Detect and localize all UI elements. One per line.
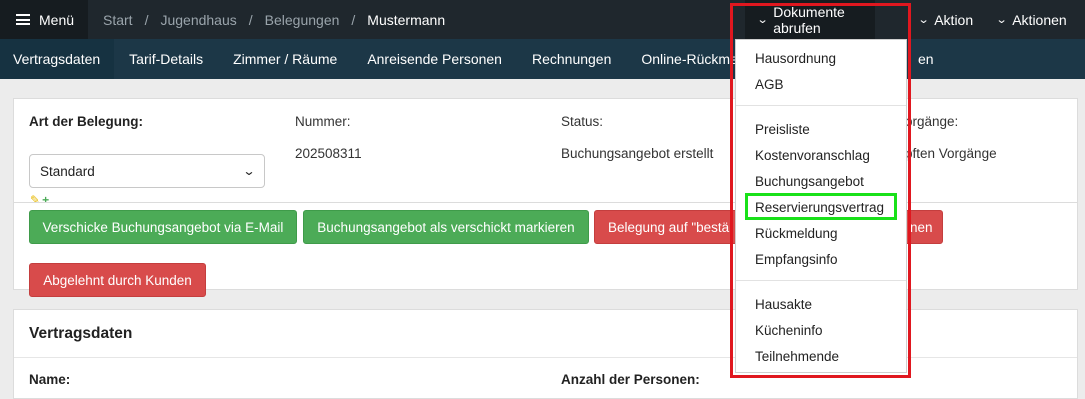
add-plus-icon[interactable]: + — [42, 193, 49, 207]
main-content: Art der Belegung: Standard ⌄ ✎ + Nummer: … — [0, 79, 1085, 399]
name-label: Name: — [29, 372, 71, 387]
chevron-down-icon: ⌄ — [917, 14, 930, 26]
send-offer-email-button[interactable]: Verschicke Buchungsangebot via E-Mail — [29, 210, 297, 244]
menu-button[interactable]: Menü — [0, 0, 88, 39]
linked-processes-value: pften Vorgänge — [905, 146, 997, 161]
tab-tarif-details[interactable]: Tarif-Details — [114, 39, 218, 79]
breadcrumb-separator: / — [351, 11, 356, 28]
action-button-label: Aktion — [934, 11, 974, 28]
select-chevron-icon: ⌄ — [242, 164, 256, 178]
confirm-booking-label: Belegung auf "bestä — [608, 219, 730, 235]
number-value: 202508311 — [295, 146, 362, 161]
breadcrumb-separator: / — [248, 11, 253, 28]
actions-button-label: Aktionen — [1012, 11, 1067, 28]
divider — [14, 357, 1077, 358]
highlight-red-box — [730, 3, 911, 378]
hamburger-icon — [16, 14, 30, 25]
booking-summary-card: Art der Belegung: Standard ⌄ ✎ + Nummer: … — [13, 98, 1078, 297]
breadcrumb-separator: / — [144, 11, 149, 28]
contract-data-card: Vertragsdaten Name: Anzahl der Personen: — [13, 309, 1078, 399]
divider — [14, 202, 1077, 203]
top-navbar: Menü Start / Jugendhaus / Belegungen / M… — [0, 0, 1085, 39]
confirm-booking-label-tail: nen — [910, 219, 933, 235]
breadcrumb-current: Mustermann — [367, 11, 446, 28]
number-label: Nummer: — [295, 114, 351, 129]
contract-section-title: Vertragsdaten — [29, 325, 133, 342]
tab-anreisende-personen[interactable]: Anreisende Personen — [352, 39, 517, 79]
breadcrumb: Start / Jugendhaus / Belegungen / Muster… — [103, 0, 445, 39]
tab-zimmer-raeume[interactable]: Zimmer / Räume — [218, 39, 352, 79]
action-dropdown-button[interactable]: ⌄ Aktion — [917, 0, 974, 39]
linked-processes-label: orgänge: — [905, 114, 959, 129]
tab-vertragsdaten[interactable]: Vertragsdaten — [0, 39, 115, 79]
actions-dropdown-button[interactable]: ⌄ Aktionen — [995, 0, 1067, 39]
rejected-by-customer-button[interactable]: Abgelehnt durch Kunden — [29, 263, 206, 297]
breadcrumb-jugendhaus[interactable]: Jugendhaus — [160, 12, 236, 28]
booking-type-label: Art der Belegung: — [29, 114, 144, 129]
status-label: Status: — [561, 114, 604, 129]
breadcrumb-start[interactable]: Start — [103, 12, 133, 28]
edit-pencil-icon[interactable]: ✎ — [30, 193, 40, 207]
booking-type-select[interactable]: Standard ⌄ — [29, 154, 265, 188]
highlight-green-box — [745, 193, 897, 220]
tab-rechnungen[interactable]: Rechnungen — [517, 39, 626, 79]
booking-type-value: Standard — [40, 163, 95, 179]
status-value: Buchungsangebot erstellt — [561, 146, 714, 161]
chevron-down-icon: ⌄ — [995, 14, 1008, 26]
mark-offer-sent-button[interactable]: Buchungsangebot als verschickt markieren — [303, 210, 589, 244]
persons-count-label: Anzahl der Personen: — [561, 372, 700, 387]
menu-label: Menü — [39, 11, 75, 28]
tab-bar: Vertragsdaten Tarif-Details Zimmer / Räu… — [0, 39, 1085, 79]
breadcrumb-belegungen[interactable]: Belegungen — [265, 12, 340, 28]
